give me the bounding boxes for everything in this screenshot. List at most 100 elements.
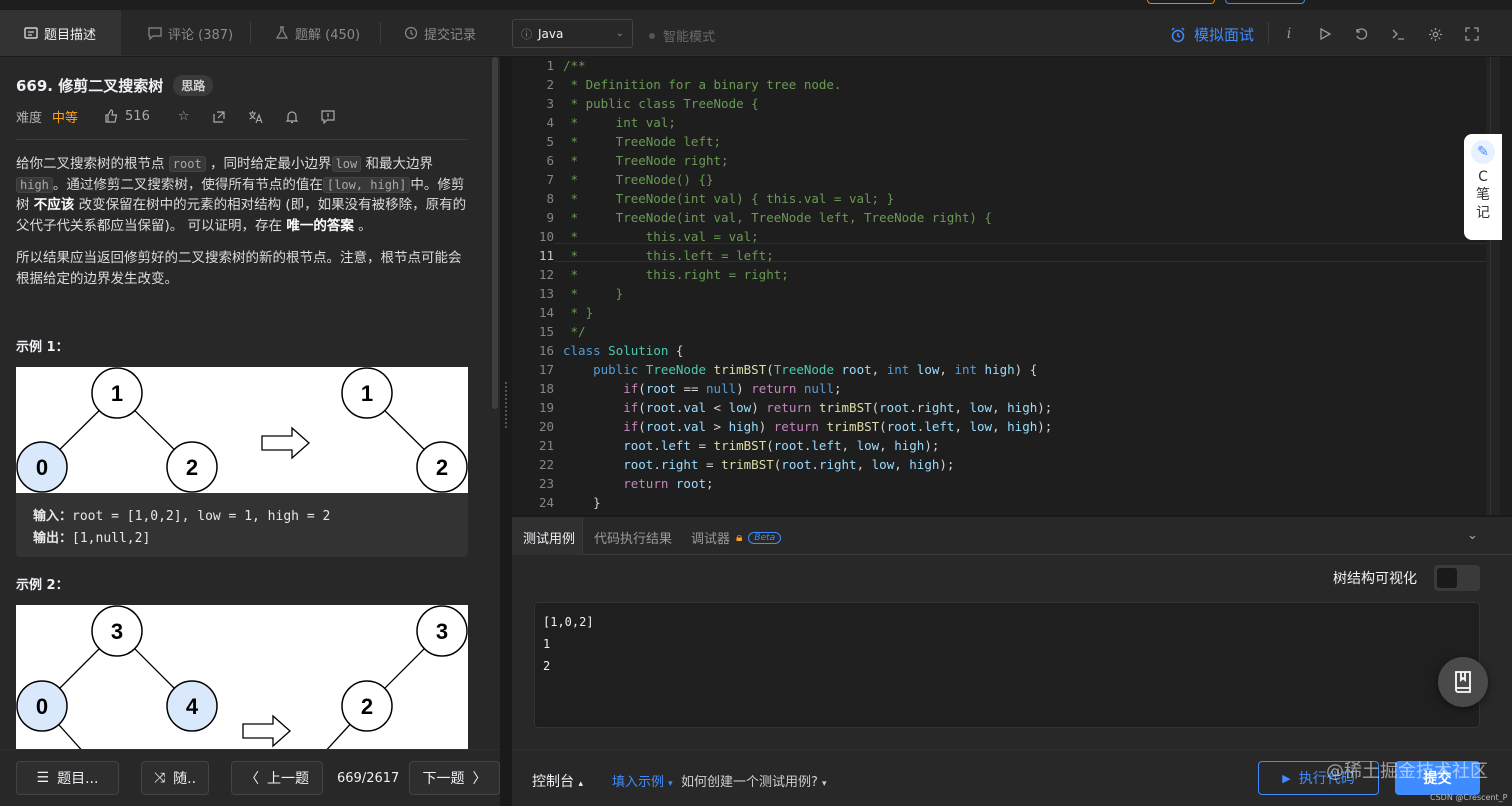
code-line[interactable]: * public class TreeNode { (563, 96, 759, 111)
feedback-icon[interactable] (320, 109, 335, 124)
star-icon[interactable]: ☆ (178, 109, 190, 124)
editor-scrollbar[interactable] (1486, 57, 1500, 515)
code-line[interactable]: } (563, 495, 601, 510)
code-line[interactable]: root.left = trimBST(root.left, low, high… (563, 438, 939, 453)
tab-testcase[interactable]: 测试用例 (523, 528, 575, 547)
inline-code: low (331, 156, 362, 172)
code-line[interactable]: * Definition for a binary tree node. (563, 77, 842, 92)
line-number: 10 (538, 229, 554, 244)
testcase-input[interactable]: [1,0,2] 1 2 (534, 602, 1480, 728)
alarm-clock-icon (1171, 26, 1185, 42)
svg-text:4: 4 (186, 694, 199, 719)
code-line[interactable]: * TreeNode(int val) { this.val = val; } (563, 191, 895, 206)
tree-visual-toggle[interactable] (1434, 565, 1480, 591)
console-toggle-button[interactable]: 控制台 ▴ (532, 771, 583, 791)
language-select[interactable]: ⓘ Java ⌄ (512, 19, 633, 48)
line-number: 25 (512, 514, 554, 515)
tab-label: 题解 (450) (295, 27, 361, 43)
code-line[interactable]: * } (563, 305, 594, 320)
code-editor[interactable]: 1234567891011121314151617181920212223242… (512, 57, 1512, 515)
play-outline-icon[interactable] (1316, 25, 1334, 43)
share-icon[interactable] (212, 110, 226, 124)
notes-char: C (1478, 169, 1488, 185)
tab-solutions[interactable]: 题解 (450) (275, 10, 360, 56)
output-value: [1,null,2] (72, 531, 151, 546)
example-1-heading: 示例 1： (16, 340, 69, 355)
like-count: 516 (125, 109, 150, 124)
line-number: 14 (538, 305, 554, 320)
like-button[interactable]: 516 (104, 109, 150, 124)
fill-example-button[interactable]: 填入示例 ▾ (612, 771, 673, 790)
code-line[interactable]: * this.left = left; (563, 248, 774, 263)
code-line[interactable]: */ (563, 324, 586, 339)
description-scrollbar[interactable] (490, 57, 500, 749)
code-line[interactable]: root.right = trimBST(root.right, low, hi… (563, 457, 954, 472)
smart-mode-label: 智能模式 (663, 30, 716, 45)
code-line[interactable]: public TreeNode trimBST(TreeNode root, i… (563, 362, 1037, 377)
bold-text: 唯一的答案 (286, 217, 354, 234)
terminal-icon[interactable] (1389, 25, 1407, 43)
line-number: 8 (546, 191, 554, 206)
tab-comments[interactable]: 评论 (387) (148, 10, 233, 56)
note-edit-icon: ✎ (1471, 140, 1495, 164)
tab-submissions[interactable]: 提交记录 (404, 10, 476, 56)
chevron-right-icon: 〉 (472, 771, 487, 787)
code-line[interactable]: * TreeNode left; (563, 134, 722, 149)
code-line[interactable]: * this.right = right; (563, 267, 789, 282)
random-label: 随.. (173, 771, 197, 787)
fullscreen-icon[interactable] (1463, 25, 1481, 43)
bell-icon[interactable] (285, 110, 299, 124)
code-line[interactable]: * TreeNode(int val, TreeNode left, TreeN… (563, 210, 992, 225)
prev-problem-button[interactable]: 〈 上一题 (231, 761, 323, 795)
code-line[interactable]: } (563, 514, 571, 515)
tree-node: 3 (416, 605, 468, 657)
console-tabs: 测试用例 代码执行结果 调试器 🔒︎ Beta ⌄ (512, 517, 1512, 555)
next-problem-button[interactable]: 下一题 〉 (409, 761, 500, 795)
howto-link[interactable]: 如何创建一个测试用例? ▾ (681, 771, 827, 790)
reset-icon[interactable] (1352, 25, 1370, 43)
tab-description[interactable]: 题目描述 (0, 10, 121, 56)
code-line[interactable]: * TreeNode right; (563, 153, 729, 168)
bookmark-fab[interactable] (1438, 657, 1488, 707)
collapse-chevron-icon[interactable]: ⌄ (1467, 528, 1478, 543)
notes-side-tab[interactable]: ✎ C 笔 记 (1464, 134, 1502, 240)
tab-run-result[interactable]: 代码执行结果 (594, 528, 672, 547)
line-number: 24 (538, 495, 554, 510)
tree-node: 1 (91, 367, 143, 419)
scrollbar-thumb[interactable] (492, 57, 498, 409)
example-1-input: 输入：root = [1,0,2], low = 1, high = 2 (33, 505, 330, 524)
drag-grip-icon[interactable] (505, 382, 507, 428)
code-line[interactable]: class Solution { (563, 343, 683, 358)
tab-separator (380, 22, 381, 44)
chevron-down-icon: ⌄ (615, 28, 624, 39)
problem-tag[interactable]: 思路 (173, 75, 214, 96)
code-line[interactable]: if(root == null) return null; (563, 381, 841, 396)
line-number: 17 (538, 362, 554, 377)
translate-icon[interactable] (248, 110, 263, 124)
line-number: 15 (538, 324, 554, 339)
line-number: 21 (538, 438, 554, 453)
code-line[interactable]: return root; (563, 476, 713, 491)
panel-resize-handle[interactable] (500, 57, 512, 749)
example-2-image: 3 0 4 3 2 (16, 605, 468, 749)
debugger-label: 调试器 (691, 532, 731, 547)
line-number: 1 (546, 58, 554, 73)
svg-text:2: 2 (361, 694, 373, 719)
description-paragraph-1: 给你二叉搜索树的根节点 root ，同时给定最小边界 low 和最大边界 high… (16, 154, 471, 236)
settings-gear-icon[interactable] (1426, 25, 1444, 43)
code-line[interactable]: /** (563, 58, 586, 73)
smart-mode-toggle[interactable]: 智能模式 (649, 26, 715, 45)
problem-list-button[interactable]: ☰ 题目... (16, 761, 119, 795)
code-line[interactable]: if(root.val < low) return trimBST(root.r… (563, 400, 1052, 415)
list-icon: ☰ (36, 770, 50, 786)
info-i-icon[interactable]: i (1280, 25, 1298, 43)
code-line[interactable]: * } (563, 286, 624, 301)
code-line[interactable]: * int val; (563, 115, 676, 130)
mock-interview-button[interactable]: 模拟面试 (1170, 24, 1254, 45)
csdn-credit: CSDN @Crescent_P (1430, 793, 1508, 802)
tab-debugger[interactable]: 调试器 🔒︎ Beta (691, 528, 782, 547)
code-line[interactable]: if(root.val > high) return trimBST(root.… (563, 419, 1052, 434)
code-line[interactable]: * TreeNode() {} (563, 172, 714, 187)
random-button[interactable]: ⤨ 随.. (141, 761, 209, 795)
code-line[interactable]: * this.val = val; (563, 229, 759, 244)
